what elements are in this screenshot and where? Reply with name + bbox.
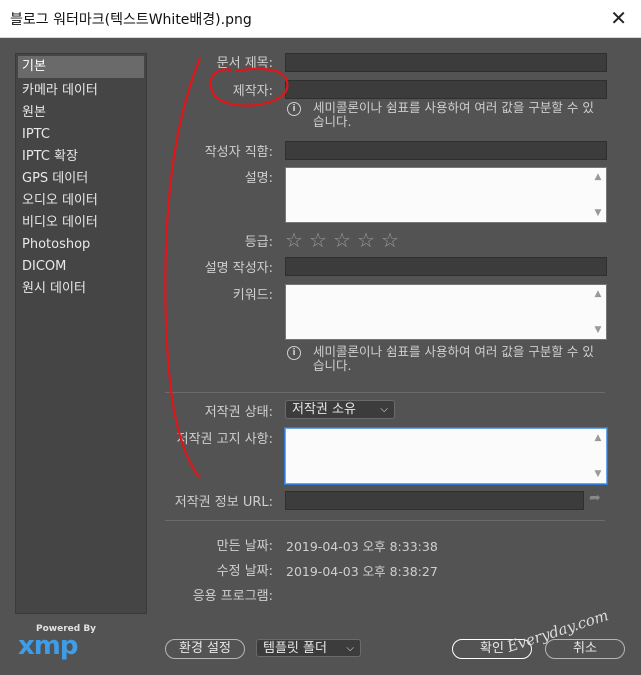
chevron-up-icon[interactable]: ▲ xyxy=(592,289,604,299)
sidebar-item-video-data[interactable]: 비디오 데이터 xyxy=(16,212,146,234)
copyright-url-input[interactable] xyxy=(285,491,584,510)
chevron-down-icon: ⌵ xyxy=(346,643,354,654)
description-label: 설명: xyxy=(244,171,273,186)
window-title: 블로그 워터마크(텍스트White배경).png xyxy=(10,12,252,28)
sidebar-item-basic[interactable]: 기본 xyxy=(18,56,144,78)
file-info-dialog: 기본 카메라 데이터 원본 IPTC IPTC 확장 GPS 데이터 오디오 데… xyxy=(0,38,641,675)
sidebar-item-raw-data[interactable]: 원시 데이터 xyxy=(16,278,146,300)
doc-title-input[interactable] xyxy=(285,53,607,72)
sidebar-item-audio-data[interactable]: 오디오 데이터 xyxy=(16,190,146,212)
go-arrow-icon[interactable]: ➦ xyxy=(589,490,601,506)
author-hint: i 세미콜론이나 쉼표를 사용하여 여러 값을 구분할 수 있습니다. xyxy=(287,101,603,129)
doc-title-label: 문서 제목: xyxy=(216,56,273,71)
close-icon[interactable]: ✕ xyxy=(610,6,627,30)
chevron-up-icon[interactable]: ▲ xyxy=(592,433,604,443)
copyright-notice-textarea[interactable]: ▲ ▼ xyxy=(285,428,607,484)
chevron-up-icon[interactable]: ▲ xyxy=(592,172,604,182)
desc-writer-label: 설명 작성자: xyxy=(204,261,273,276)
sidebar-item-camera-data[interactable]: 카메라 데이터 xyxy=(16,80,146,102)
category-sidebar: 기본 카메라 데이터 원본 IPTC IPTC 확장 GPS 데이터 오디오 데… xyxy=(15,53,147,614)
star-icon[interactable]: ☆ xyxy=(333,230,353,250)
sidebar-item-origin[interactable]: 원본 xyxy=(16,102,146,124)
copyright-notice-scrollbar[interactable]: ▲ ▼ xyxy=(592,431,604,481)
sidebar-item-photoshop[interactable]: Photoshop xyxy=(16,234,146,256)
keywords-label: 키워드: xyxy=(232,288,273,303)
sidebar-item-gps-data[interactable]: GPS 데이터 xyxy=(16,168,146,190)
chevron-down-icon[interactable]: ▼ xyxy=(592,208,604,218)
annotation-line xyxy=(164,57,202,479)
description-scrollbar[interactable]: ▲ ▼ xyxy=(592,170,604,220)
author-title-input[interactable] xyxy=(285,141,607,160)
sidebar-item-dicom[interactable]: DICOM xyxy=(16,256,146,278)
sidebar-item-iptc-extension[interactable]: IPTC 확장 xyxy=(16,146,146,168)
author-title-label: 작성자 직함: xyxy=(204,145,273,160)
star-icon[interactable]: ☆ xyxy=(285,230,305,250)
cancel-button[interactable]: 취소 xyxy=(545,639,625,659)
divider xyxy=(165,392,605,393)
author-label: 제작자: xyxy=(232,84,273,99)
application-label: 응용 프로그램: xyxy=(192,589,273,604)
chevron-down-icon: ⌵ xyxy=(380,404,388,415)
chevron-down-icon[interactable]: ▼ xyxy=(592,469,604,479)
modified-value: 2019-04-03 오후 8:38:27 xyxy=(286,564,438,579)
chevron-down-icon[interactable]: ▼ xyxy=(592,325,604,335)
rating-label: 등급: xyxy=(244,235,273,250)
star-icon[interactable]: ☆ xyxy=(357,230,377,250)
star-icon[interactable]: ☆ xyxy=(381,230,401,250)
copyright-status-value: 저작권 소유 xyxy=(292,402,356,417)
copyright-url-label: 저작권 정보 URL: xyxy=(174,495,273,510)
xmp-brand: xmp xyxy=(18,631,78,661)
author-input[interactable] xyxy=(285,80,607,99)
created-value: 2019-04-03 오후 8:33:38 xyxy=(286,539,438,554)
rating-stars[interactable]: ☆ ☆ ☆ ☆ ☆ xyxy=(285,230,401,250)
keywords-textarea[interactable]: ▲ ▼ xyxy=(285,284,607,340)
title-bar: 블로그 워터마크(텍스트White배경).png ✕ xyxy=(0,0,641,38)
created-label: 만든 날짜: xyxy=(216,539,273,554)
desc-writer-input[interactable] xyxy=(285,257,607,276)
template-folder-label: 템플릿 폴더 xyxy=(263,641,327,656)
info-icon: i xyxy=(287,102,301,116)
modified-label: 수정 날짜: xyxy=(216,564,273,579)
star-icon[interactable]: ☆ xyxy=(309,230,329,250)
xmp-logo: Powered By xmp xyxy=(18,624,96,661)
template-folder-select[interactable]: 템플릿 폴더 ⌵ xyxy=(256,639,361,657)
keywords-scrollbar[interactable]: ▲ ▼ xyxy=(592,287,604,337)
sidebar-item-iptc[interactable]: IPTC xyxy=(16,124,146,146)
copyright-notice-label: 저작권 고지 사항: xyxy=(176,432,273,447)
description-textarea[interactable]: ▲ ▼ xyxy=(285,167,607,223)
copyright-status-label: 저작권 상태: xyxy=(204,405,273,420)
copyright-status-select[interactable]: 저작권 소유 ⌵ xyxy=(285,400,395,419)
preferences-button[interactable]: 환경 설정 xyxy=(165,639,245,659)
keywords-hint: i 세미콜론이나 쉼표를 사용하여 여러 값을 구분할 수 있습니다. xyxy=(287,345,603,373)
info-icon: i xyxy=(287,346,301,360)
divider xyxy=(165,520,605,521)
